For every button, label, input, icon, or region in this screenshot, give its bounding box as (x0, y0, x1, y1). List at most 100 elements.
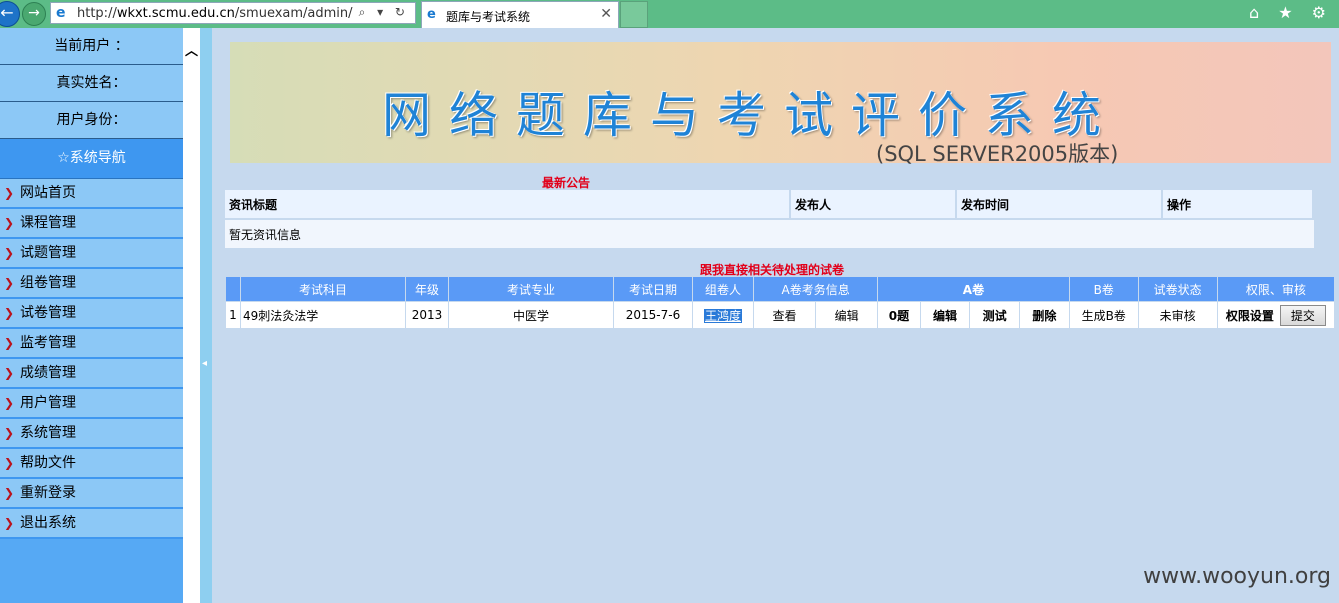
current-user-label: 当前用户 ： (0, 28, 183, 65)
exam-row-major: 中医学 (448, 301, 614, 329)
forward-arrow-icon[interactable]: → (22, 2, 46, 26)
exam-row: 1 49刺法灸法学 2013 中医学 2015-7-6 王鸿度 查看 编辑 0题… (225, 301, 1336, 329)
exam-header-major: 考试专业 (448, 276, 614, 302)
sidebar: 当前用户 ： 真实姓名： 用户身份： ☆系统导航 ❯ 网站首页 ❯ 课程管理 ❯ 试题管理… (0, 28, 183, 603)
exam-header-a-paper: A卷 (877, 276, 1070, 302)
browser-tab[interactable]: e 题库与考试系统 ✕ (421, 1, 619, 28)
chevron-right-icon: ❯ (4, 186, 15, 200)
sidebar-item[interactable]: ❯ 网站首页 (0, 179, 183, 209)
real-name-label: 真实姓名： (0, 65, 183, 102)
exam-row-subject: 49刺法灸法学 (240, 301, 406, 329)
exam-row-creator-cell: 王鸿度 (692, 301, 754, 329)
a-test-link[interactable]: 测试 (969, 301, 1020, 329)
ie-tab-icon: e (427, 7, 436, 22)
chevron-right-icon: ❯ (4, 426, 15, 440)
main-content: 网络题库与考试评价系统 (SQL SERVER2005版本) 最新公告 资讯标题… (212, 28, 1339, 603)
a-question-count[interactable]: 0题 (877, 301, 921, 329)
address-controls-icon[interactable]: ⌕ ▾ ↻ (359, 5, 409, 20)
chevron-right-icon: ❯ (4, 216, 15, 230)
sidebar-item-label: 组卷管理 (20, 275, 76, 291)
sidebar-item-label: 用户管理 (20, 395, 76, 411)
a-edit-link[interactable]: 编辑 (919, 301, 971, 329)
home-favorites-settings-icon[interactable]: ⌂ ★ ⚙ (1249, 3, 1333, 22)
news-section-title: 最新公告 (542, 176, 591, 190)
browser-toolbar: ← → e http://wkxt.scmu.edu.cn/smuexam/ad… (0, 0, 1339, 28)
chevron-right-icon: ❯ (4, 306, 15, 320)
news-header-action: 操作 (1162, 190, 1314, 220)
sidebar-item[interactable]: ❯ 课程管理 (0, 209, 183, 239)
exam-row-status: 未审核 (1137, 301, 1218, 329)
sidebar-item-label: 帮助文件 (20, 455, 76, 471)
chevron-right-icon: ❯ (4, 456, 15, 470)
view-link[interactable]: 查看 (752, 301, 817, 329)
address-bar[interactable]: e http://wkxt.scmu.edu.cn/smuexam/admin/… (50, 2, 416, 24)
url-host: wkxt.scmu.edu.cn (116, 6, 235, 21)
sidebar-item-label: 试题管理 (20, 245, 76, 261)
url-text[interactable]: http://wkxt.scmu.edu.cn/smuexam/admin/ (77, 6, 353, 21)
news-empty-message: 暂无资讯信息 (229, 227, 302, 242)
sidebar-item-label: 重新登录 (20, 485, 76, 501)
sidebar-item[interactable]: ❯ 监考管理 (0, 329, 183, 359)
sidebar-item[interactable]: ❯ 重新登录 (0, 479, 183, 509)
news-empty-row: 暂无资讯信息 (225, 219, 1313, 248)
nav-menu: ❯ 网站首页 ❯ 课程管理 ❯ 试题管理 ❯ 组卷管理 ❯ 试卷管理 ❯ 监考管理 ❯ 成绩管理 ❯ 用户管理… (0, 179, 183, 539)
tab-title: 题库与考试系统 (446, 10, 531, 24)
sidebar-item-label: 监考管理 (20, 335, 76, 351)
chevron-right-icon: ❯ (4, 276, 15, 290)
news-table: 资讯标题 发布人 发布时间 操作 暂无资讯信息 (225, 190, 1314, 248)
chevron-right-icon: ❯ (4, 246, 15, 260)
news-header-time: 发布时间 (956, 190, 1163, 220)
sidebar-scrollbar[interactable]: ︿ (183, 28, 200, 603)
chevron-right-icon: ❯ (4, 486, 15, 500)
identity-label: 用户身份： (0, 102, 183, 139)
sidebar-item-label: 试卷管理 (20, 305, 76, 321)
banner: 网络题库与考试评价系统 (SQL SERVER2005版本) (230, 42, 1331, 166)
exam-row-date: 2015-7-6 (613, 301, 693, 329)
exam-header-creator: 组卷人 (692, 276, 754, 302)
sidebar-item-label: 退出系统 (20, 515, 76, 531)
exam-header-index (225, 276, 241, 302)
new-tab-button[interactable] (620, 1, 648, 28)
exam-header-grade: 年级 (405, 276, 449, 302)
exam-row-creator[interactable]: 王鸿度 (703, 308, 742, 323)
news-header-row: 资讯标题 发布人 发布时间 操作 (225, 190, 1314, 220)
generate-b-link[interactable]: 生成B卷 (1068, 301, 1139, 329)
sidebar-item[interactable]: ❯ 退出系统 (0, 509, 183, 539)
exam-header-row: 考试科目 年级 考试专业 考试日期 组卷人 A卷考务信息 A卷 B卷 试卷状态 … (225, 276, 1336, 302)
ie-logo-icon: e (56, 5, 66, 21)
exam-header-a-info: A卷考务信息 (752, 276, 879, 302)
sidebar-item[interactable]: ❯ 帮助文件 (0, 449, 183, 479)
exam-row-index: 1 (225, 301, 241, 329)
exam-header-date: 考试日期 (613, 276, 693, 302)
submit-button[interactable]: 提交 (1279, 304, 1326, 326)
scroll-up-icon[interactable]: ︿ (185, 40, 198, 59)
nav-header: ☆系统导航 (0, 139, 183, 179)
sidebar-item-label: 课程管理 (20, 215, 76, 231)
sidebar-item[interactable]: ❯ 用户管理 (0, 389, 183, 419)
permission-settings-link[interactable]: 权限设置 (1226, 309, 1274, 323)
sidebar-item[interactable]: ❯ 试卷管理 (0, 299, 183, 329)
sidebar-item-label: 系统管理 (20, 425, 76, 441)
sidebar-item-label: 网站首页 (20, 185, 76, 201)
collapse-arrow-icon[interactable]: ◂ (202, 358, 207, 369)
sidebar-item[interactable]: ❯ 系统管理 (0, 419, 183, 449)
banner-title: 网络题库与考试评价系统 (382, 87, 1120, 144)
exam-table: 考试科目 年级 考试专业 考试日期 组卷人 A卷考务信息 A卷 B卷 试卷状态 … (225, 276, 1336, 329)
a-delete-link[interactable]: 删除 (1018, 301, 1070, 329)
sidebar-item[interactable]: ❯ 试题管理 (0, 239, 183, 269)
chevron-right-icon: ❯ (4, 336, 15, 350)
tab-close-icon[interactable]: ✕ (600, 6, 612, 22)
back-arrow-icon[interactable]: ← (0, 1, 20, 27)
url-prefix: http:// (77, 6, 117, 21)
exam-row-actions: 权限设置 提交 (1216, 301, 1336, 329)
chevron-right-icon: ❯ (4, 396, 15, 410)
sidebar-item[interactable]: ❯ 组卷管理 (0, 269, 183, 299)
exam-header-status: 试卷状态 (1137, 276, 1218, 302)
sidebar-item-label: 成绩管理 (20, 365, 76, 381)
edit-info-link[interactable]: 编辑 (815, 301, 879, 329)
exam-header-subject: 考试科目 (240, 276, 406, 302)
frame-splitter[interactable]: ◂ (200, 28, 212, 603)
exam-header-permission: 权限、审核 (1216, 276, 1336, 302)
sidebar-item[interactable]: ❯ 成绩管理 (0, 359, 183, 389)
watermark: www.wooyun.org (1143, 564, 1331, 589)
